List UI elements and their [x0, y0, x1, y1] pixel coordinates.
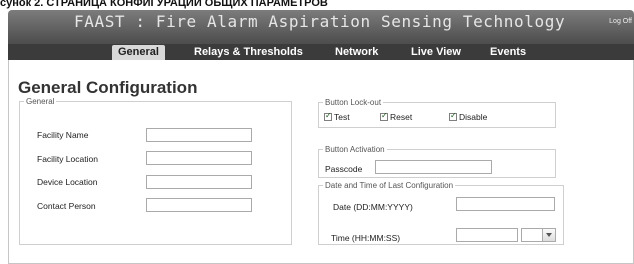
main-nav: General Relays & Thresholds Network Live… [8, 44, 634, 60]
lockout-legend: Button Lock-out [325, 98, 382, 107]
time-dropdown-chevron-down-icon[interactable] [542, 228, 556, 242]
lockout-fieldset: Button Lock-out [318, 98, 556, 128]
app-header: FAAST : Fire Alarm Aspiration Sensing Te… [8, 10, 634, 60]
reset-checkbox[interactable] [380, 111, 388, 121]
contact-person-label: Contact Person [37, 201, 96, 211]
tab-relays-thresholds[interactable]: Relays & Thresholds [188, 45, 309, 60]
disable-checkbox[interactable] [449, 111, 457, 121]
passcode-label: Passcode [325, 164, 363, 174]
last-config-legend: Date and Time of Last Configuration [325, 181, 454, 190]
date-label: Date (DD:MM:YYYY) [333, 202, 413, 212]
date-field[interactable] [456, 197, 555, 211]
facility-location-label: Facility Location [37, 154, 98, 164]
tab-network[interactable]: Network [329, 45, 384, 60]
general-fieldset: General [19, 97, 292, 245]
test-label: Test [334, 112, 350, 122]
page-title: General Configuration [18, 78, 198, 97]
device-location-label: Device Location [37, 177, 98, 187]
time-label: Time (HH:MM:SS) [331, 233, 401, 243]
general-legend: General [26, 97, 55, 106]
tab-live-view[interactable]: Live View [405, 45, 467, 60]
contact-person-field[interactable] [146, 198, 252, 212]
figure-caption: сунок 2. СТРАНИЦА КОНФИГУРАЦИИ ОБЩИХ ПАР… [0, 0, 328, 9]
disable-label: Disable [459, 112, 488, 122]
activation-legend: Button Activation [325, 145, 385, 154]
app-title: FAAST : Fire Alarm Aspiration Sensing Te… [74, 12, 566, 31]
passcode-field[interactable] [375, 160, 492, 174]
time-field[interactable] [456, 228, 518, 242]
tab-events[interactable]: Events [484, 45, 532, 60]
device-location-field[interactable] [146, 175, 252, 189]
logoff-link[interactable]: Log Off [609, 18, 632, 25]
reset-label: Reset [390, 112, 413, 122]
test-checkbox[interactable] [324, 111, 332, 121]
time-seconds-field[interactable] [521, 228, 543, 242]
tab-general[interactable]: General [112, 45, 165, 60]
facility-name-field[interactable] [146, 128, 252, 142]
facility-location-field[interactable] [146, 151, 252, 165]
facility-name-label: Facility Name [37, 130, 89, 140]
